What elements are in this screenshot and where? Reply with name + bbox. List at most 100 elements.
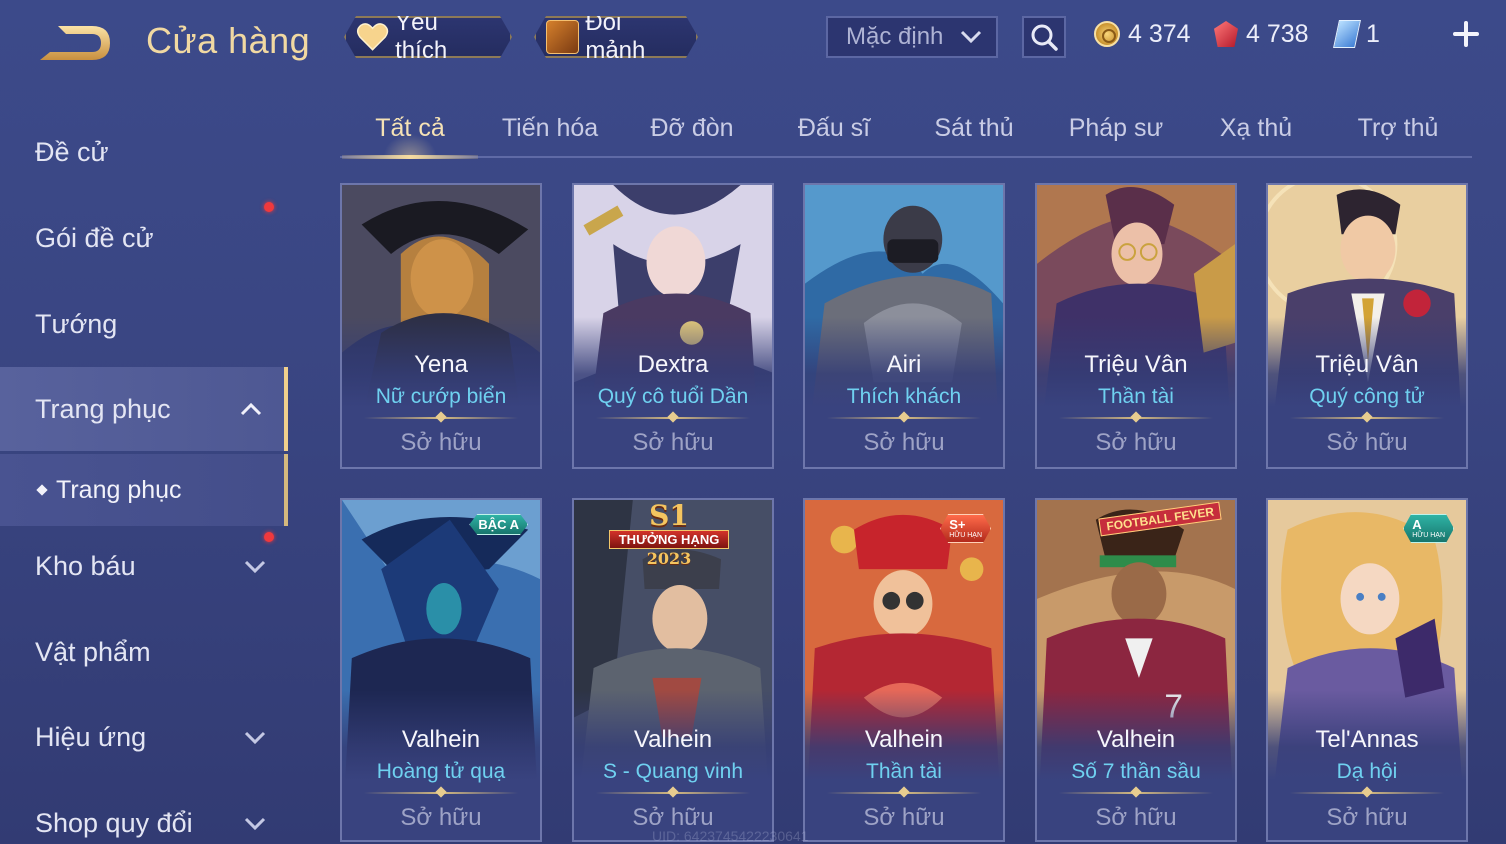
sidebar-item-effects[interactable]: Hiệu ứng xyxy=(0,695,288,779)
tab-support[interactable]: Trợ thủ xyxy=(1330,100,1466,156)
season-rank-label: THƯỞNG HẠNG xyxy=(609,530,730,549)
chevron-down-icon xyxy=(960,30,982,44)
tab-all[interactable]: Tất cả xyxy=(342,100,478,159)
hero-name: Valhein xyxy=(1096,726,1176,753)
card-divider xyxy=(364,792,518,794)
notification-dot xyxy=(264,202,274,212)
card-divider xyxy=(596,417,750,419)
favorites-button[interactable]: Yêu thích xyxy=(344,16,512,58)
skin-card[interactable]: BẬC A Valhein Hoàng tử quạ Sở hữu xyxy=(340,498,542,842)
skin-name: Hoàng tử quạ xyxy=(376,760,506,783)
bullet-icon xyxy=(36,484,48,496)
sidebar-item-label: Shop quy đổi xyxy=(35,807,193,838)
card-divider xyxy=(827,417,981,419)
skin-card[interactable]: S1 THƯỞNG HẠNG 2023 Valhein S - Quang vi… xyxy=(572,498,774,842)
exchange-fragments-button[interactable]: Đổi mảnh xyxy=(534,16,698,58)
skin-name: Nữ cướp biển xyxy=(375,385,507,408)
skin-card[interactable]: 7 FOOTBALL FEVER Valhein Số 7 thần sầu S… xyxy=(1035,498,1237,842)
ownership-status: Sở hữu xyxy=(400,804,482,831)
skin-name: S - Quang vinh xyxy=(602,760,744,783)
token-balance: 1 xyxy=(1333,18,1380,50)
skin-name: Số 7 thần sầu xyxy=(1071,760,1201,783)
sidebar-item-featured[interactable]: Đề cử xyxy=(0,110,288,194)
skin-grid: Yena Nữ cướp biển Sở hữu Dextra Quý cô t… xyxy=(340,183,1472,844)
tier-label: S+ xyxy=(949,517,966,532)
notification-dot xyxy=(264,532,274,542)
tab-marksman[interactable]: Xạ thủ xyxy=(1188,100,1324,156)
ownership-status: Sở hữu xyxy=(1326,429,1408,456)
sidebar-item-label: Hiệu ứng xyxy=(35,721,147,752)
tab-mage[interactable]: Pháp sư xyxy=(1048,100,1184,156)
tab-fighter[interactable]: Đấu sĩ xyxy=(766,100,902,156)
sidebar: Đề cử Gói đề cử Tướng Trang phục Trang p… xyxy=(0,104,290,844)
card-divider xyxy=(596,792,750,794)
back-arrow-icon xyxy=(40,26,110,60)
limited-label: HỮU HẠN xyxy=(1412,532,1445,539)
tab-tank[interactable]: Đỡ đòn xyxy=(624,100,760,156)
sort-dropdown[interactable]: Mặc định xyxy=(826,16,998,58)
skin-card[interactable]: S+ HỮU HẠN Valhein Thần tài Sở hữu xyxy=(803,498,1005,842)
tab-assassin[interactable]: Sát thủ xyxy=(906,100,1042,156)
season-year: 2023 xyxy=(646,549,692,568)
ownership-status: Sở hữu xyxy=(1095,804,1177,831)
tier-badge: BẬC A xyxy=(469,514,528,535)
card-divider xyxy=(1059,792,1213,794)
skin-card[interactable]: A HỮU HẠN Tel'Annas Dạ hội Sở hữu xyxy=(1266,498,1468,842)
ownership-status: Sở hữu xyxy=(863,804,945,831)
sidebar-item-exchange-shop[interactable]: Shop quy đổi xyxy=(0,781,288,844)
skin-card[interactable]: Airi Thích khách Sở hữu xyxy=(803,183,1005,469)
card-divider xyxy=(1290,417,1444,419)
hero-name: Valhein xyxy=(633,726,713,753)
ownership-status: Sở hữu xyxy=(863,429,945,456)
sidebar-item-skins[interactable]: Trang phục xyxy=(0,367,288,451)
ownership-status: Sở hữu xyxy=(1095,429,1177,456)
ruby-icon xyxy=(1214,21,1238,47)
hero-name: Valhein xyxy=(864,726,944,753)
sidebar-item-treasure[interactable]: Kho báu xyxy=(0,524,288,608)
chevron-up-icon xyxy=(240,402,262,416)
hero-name: Dextra xyxy=(637,351,709,378)
sidebar-item-items[interactable]: Vật phẩm xyxy=(0,610,288,694)
add-currency-button[interactable] xyxy=(1450,18,1482,50)
sidebar-item-label: Vật phẩm xyxy=(35,636,151,667)
search-icon xyxy=(1031,24,1058,51)
sidebar-item-bundles[interactable]: Gói đề cử xyxy=(0,196,288,280)
chevron-down-icon xyxy=(244,817,266,831)
chest-icon xyxy=(546,20,579,54)
page-title: Cửa hàng xyxy=(146,20,311,61)
sidebar-item-heroes[interactable]: Tướng xyxy=(0,282,288,366)
fragments-label: Đổi mảnh xyxy=(585,9,646,64)
sidebar-subitem-skins[interactable]: Trang phục xyxy=(0,454,288,526)
skin-card[interactable]: Yena Nữ cướp biển Sở hữu xyxy=(340,183,542,469)
hero-name: Airi xyxy=(886,351,922,378)
hero-name: Tel'Annas xyxy=(1315,726,1419,753)
hero-name: Yena xyxy=(414,351,468,378)
hero-name: Triệu Vân xyxy=(1084,351,1188,378)
sidebar-item-label: Tướng xyxy=(35,308,118,339)
tier-badge: A HỮU HẠN xyxy=(1403,514,1454,543)
favorites-label: Yêu thích xyxy=(395,9,448,64)
skin-card[interactable]: Triệu Vân Thần tài Sở hữu xyxy=(1035,183,1237,469)
season-label: S1 xyxy=(649,499,689,532)
gold-amount: 4 374 xyxy=(1128,19,1191,48)
limited-label: HỮU HẠN xyxy=(949,532,982,539)
sidebar-item-label: Đề cử xyxy=(35,136,109,167)
sidebar-subitem-label: Trang phục xyxy=(56,475,182,504)
tab-evolution[interactable]: Tiến hóa xyxy=(482,100,618,156)
sort-value: Mặc định xyxy=(846,23,944,50)
gold-balance: 4 374 xyxy=(1094,18,1191,50)
skin-name: Thần tài xyxy=(1098,385,1174,408)
hero-name: Valhein xyxy=(401,726,481,753)
skin-card[interactable]: Triệu Vân Quý công tử Sở hữu xyxy=(1266,183,1468,469)
back-button[interactable] xyxy=(36,22,114,64)
ruby-balance: 4 738 xyxy=(1214,18,1309,50)
hero-name: Triệu Vân xyxy=(1315,351,1419,378)
search-button[interactable] xyxy=(1022,16,1066,58)
card-divider xyxy=(1059,417,1213,419)
card-divider xyxy=(1290,792,1444,794)
skin-card[interactable]: Dextra Quý cô tuổi Dần Sở hữu xyxy=(572,183,774,469)
tier-badge: S+ HỮU HẠN xyxy=(940,514,991,543)
gold-coin-icon xyxy=(1094,21,1120,47)
ownership-status: Sở hữu xyxy=(632,429,714,456)
user-id-watermark: UID: 6423745422230641 xyxy=(652,828,809,844)
